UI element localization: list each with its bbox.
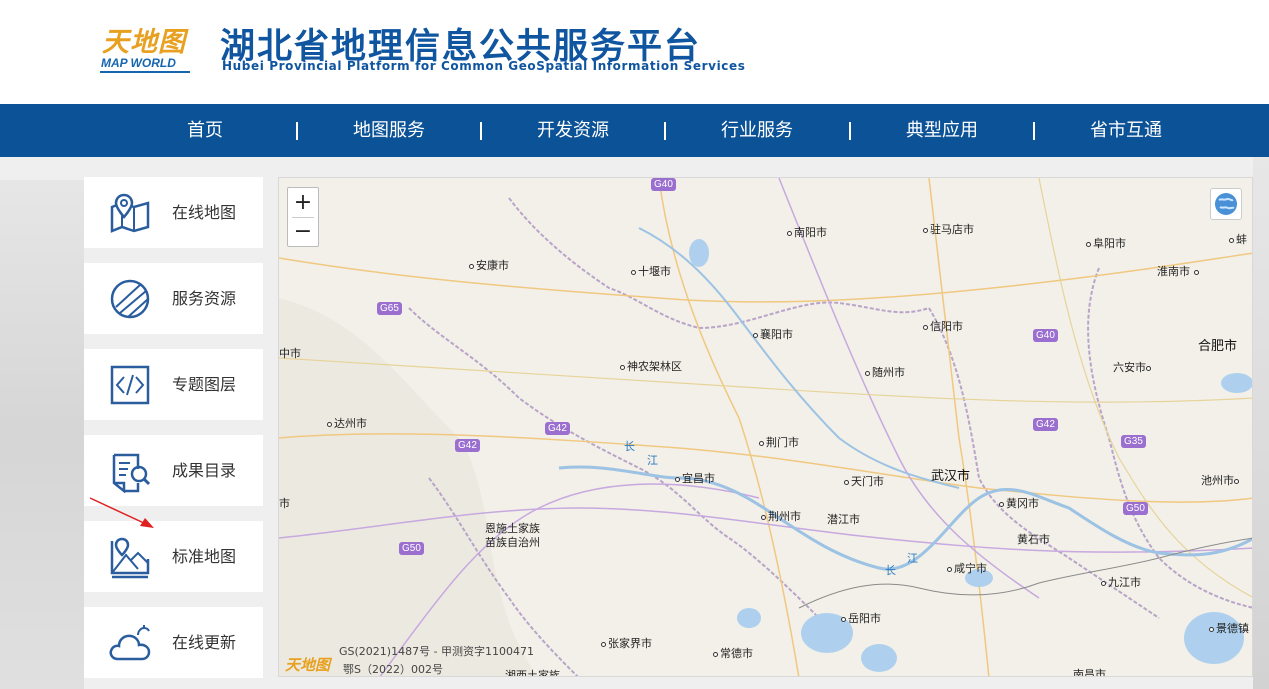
sidebar-item-thematic-layers[interactable]: 专题图层 <box>84 349 263 420</box>
city-label[interactable]: 安康市 <box>469 257 509 273</box>
nav-separator <box>849 122 851 140</box>
sidebar-item-label: 在线更新 <box>172 633 237 652</box>
city-label[interactable]: 宜昌市 <box>675 470 715 486</box>
map-copyright: GS(2021)1487号 - 甲测资字1100471 <box>339 645 535 658</box>
nav-item-province-city[interactable]: 省市互通 <box>1036 104 1216 157</box>
layer-switch-button[interactable] <box>1210 188 1242 220</box>
zoom-in-button[interactable]: + <box>288 188 318 217</box>
sidebar-item-service-resources[interactable]: 服务资源 <box>84 263 263 334</box>
city-label[interactable]: 池州市 <box>1201 472 1241 488</box>
river-label: 长 <box>885 564 896 577</box>
city-label[interactable]: 张家界市 <box>601 635 652 651</box>
nav-item-map-services[interactable]: 地图服务 <box>299 104 479 157</box>
city-label[interactable]: 阜阳市 <box>1086 235 1126 251</box>
river-label: 长 <box>624 440 635 453</box>
zoom-control: + − <box>287 187 319 247</box>
globe-slash-icon <box>110 279 150 319</box>
city-label[interactable]: 南阳市 <box>787 224 827 240</box>
logo-underline <box>100 71 190 73</box>
highway-shield: G40 <box>651 178 676 191</box>
map-watermark-logo: 天地图 <box>285 656 331 674</box>
sidebar-item-label: 标准地图 <box>172 547 237 566</box>
city-label[interactable]: 达州市 <box>327 415 367 431</box>
map-pin-icon <box>110 193 150 233</box>
logo-english-text: MAP WORLD <box>101 56 176 70</box>
annotation-arrow-icon <box>89 497 154 528</box>
city-label[interactable]: 荆门市 <box>759 434 799 450</box>
globe-icon <box>1215 193 1237 215</box>
sidebar-item-standard-map[interactable]: 标准地图 <box>84 521 263 592</box>
code-icon <box>110 365 150 405</box>
city-label[interactable]: 景德镇 <box>1209 620 1249 636</box>
nav-item-home[interactable]: 首页 <box>115 104 295 157</box>
highway-shield: G42 <box>545 422 570 435</box>
sidebar-item-online-map[interactable]: 在线地图 <box>84 177 263 248</box>
site-header: 天地图 MAP WORLD 湖北省地理信息公共服务平台 Hubei Provin… <box>0 0 1269 104</box>
highway-shield: G42 <box>455 439 480 452</box>
city-label[interactable]: 黄冈市 <box>999 495 1039 511</box>
nav-item-dev-resources[interactable]: 开发资源 <box>483 104 663 157</box>
sidebar-item-online-update[interactable]: 在线更新 <box>84 607 263 678</box>
city-label[interactable]: 六安市 <box>1113 359 1153 375</box>
city-label[interactable]: 南昌市 <box>1073 666 1106 676</box>
city-label[interactable]: 九江市 <box>1101 574 1141 590</box>
city-label[interactable]: 蚌 <box>1229 231 1247 247</box>
city-label[interactable]: 随州市 <box>865 364 905 380</box>
city-label[interactable]: 岳阳市 <box>841 610 881 626</box>
highway-shield: G40 <box>1033 329 1058 342</box>
city-label[interactable]: 苗族自治州 <box>485 534 540 550</box>
city-label[interactable]: 市 <box>279 495 290 511</box>
city-label[interactable]: 湘西土家族 <box>505 667 560 676</box>
city-label[interactable]: 中市 <box>279 345 301 361</box>
logo-chinese-text: 天地图 <box>102 27 186 58</box>
sidebar-item-label: 在线地图 <box>172 203 237 222</box>
document-search-icon <box>112 453 151 493</box>
highway-shield: G50 <box>399 542 424 555</box>
nav-separator <box>1033 122 1035 140</box>
city-label[interactable]: 天门市 <box>844 473 884 489</box>
nav-separator <box>480 122 482 140</box>
highway-shield: G42 <box>1033 418 1058 431</box>
background-decoration <box>0 180 84 689</box>
city-label[interactable]: 襄阳市 <box>753 326 793 342</box>
river-label: 江 <box>647 454 658 467</box>
sidebar-item-label: 专题图层 <box>172 375 237 394</box>
city-label[interactable]: 常德市 <box>713 645 753 661</box>
city-label[interactable]: 淮南市 <box>1157 263 1201 279</box>
page-subtitle: Hubei Provincial Platform for Common Geo… <box>222 59 746 73</box>
zoom-out-button[interactable]: − <box>288 217 318 246</box>
river-label: 江 <box>907 552 918 565</box>
city-label[interactable]: 合肥市 <box>1198 335 1237 354</box>
city-label[interactable]: 黄石市 <box>1017 531 1050 547</box>
sidebar-item-label: 成果目录 <box>172 461 237 480</box>
nav-item-typical-apps[interactable]: 典型应用 <box>852 104 1032 157</box>
tianditu-logo[interactable]: 天地图 MAP WORLD <box>98 20 198 78</box>
main-nav: 首页 地图服务 开发资源 行业服务 典型应用 省市互通 <box>0 104 1269 157</box>
map-approval-number: 鄂S（2022）002号 <box>343 663 443 676</box>
city-label[interactable]: 十堰市 <box>631 263 671 279</box>
city-label[interactable]: 神农架林区 <box>620 358 682 374</box>
city-label[interactable]: 驻马店市 <box>923 221 974 237</box>
map-base-layer <box>279 178 1252 676</box>
city-label[interactable]: 荆州市 <box>761 508 801 524</box>
cloud-update-icon <box>109 625 151 661</box>
sidebar-item-label: 服务资源 <box>172 289 237 308</box>
map-viewer[interactable]: G40 G65 G40 G42 G42 G42 G35 G50 G50 长 江 … <box>278 177 1253 677</box>
nav-separator <box>664 122 666 140</box>
background-decoration <box>1253 157 1269 689</box>
highway-shield: G35 <box>1121 435 1146 448</box>
nav-separator <box>296 122 298 140</box>
city-label[interactable]: 信阳市 <box>923 318 963 334</box>
standard-map-icon <box>110 537 150 579</box>
city-label[interactable]: 潜江市 <box>827 511 860 527</box>
highway-shield: G65 <box>377 302 402 315</box>
highway-shield: G50 <box>1123 502 1148 515</box>
nav-item-industry-services[interactable]: 行业服务 <box>667 104 847 157</box>
city-label[interactable]: 咸宁市 <box>947 560 987 576</box>
city-label[interactable]: 武汉市 <box>931 465 970 484</box>
